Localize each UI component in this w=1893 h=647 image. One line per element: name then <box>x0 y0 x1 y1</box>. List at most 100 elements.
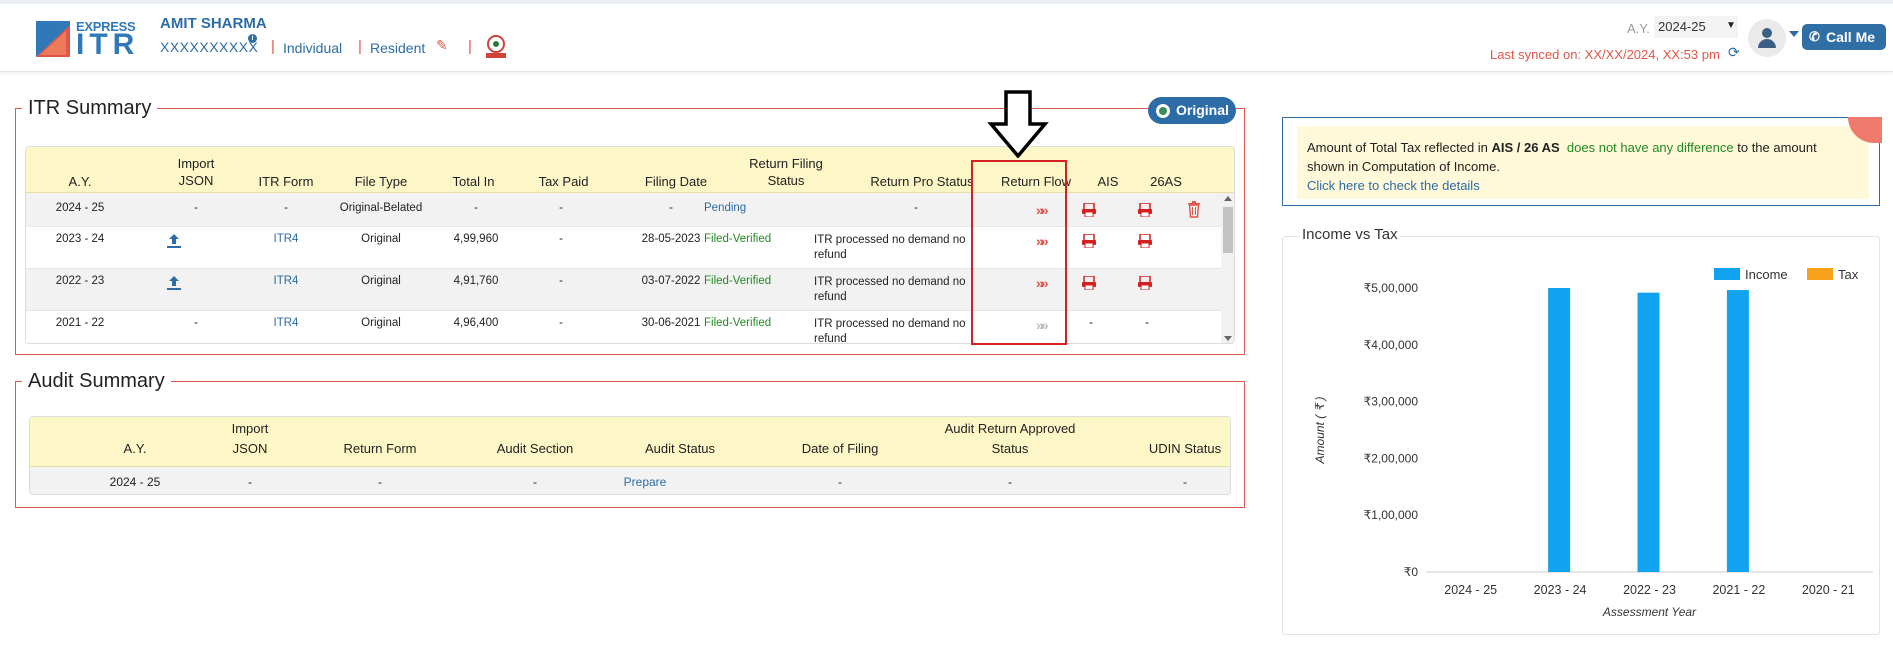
scroll-up-icon[interactable] <box>1224 196 1232 201</box>
ais-pdf-icon[interactable] <box>1082 203 1096 217</box>
down-arrow-annotation-icon <box>987 90 1049 158</box>
separator: | <box>358 38 362 55</box>
cell-approved: - <box>1008 475 1012 489</box>
ais-pdf-icon[interactable] <box>1082 276 1096 290</box>
26as-pdf-icon[interactable] <box>1138 234 1152 248</box>
cell-filing-status: Filed-Verified <box>704 317 772 329</box>
itr-form-link[interactable]: ITR4 <box>261 317 311 329</box>
cell-file-type: Original <box>361 233 401 245</box>
ais-notice-text: Amount of Total Tax reflected in AIS / 2… <box>1307 140 1817 174</box>
col-ay: A.Y. <box>68 174 92 189</box>
cell-section: - <box>533 475 537 489</box>
check-details-link[interactable]: Click here to check the details <box>1307 178 1480 193</box>
col-tax-paid: Tax Paid <box>538 174 589 189</box>
col-ais: AIS <box>1097 174 1119 189</box>
table-scrollbar[interactable] <box>1221 193 1234 343</box>
edit-pencil-icon[interactable]: ✎ <box>436 37 448 54</box>
legend-label-income: Income <box>1745 267 1788 282</box>
ais-pdf-icon[interactable] <box>1082 234 1096 248</box>
col-26as: 26AS <box>1150 174 1182 189</box>
logo-mark-icon <box>36 21 70 57</box>
cell-total-in: 4,96,400 <box>453 317 499 329</box>
cell-ais: - <box>1089 317 1093 329</box>
bar-income <box>1726 290 1749 572</box>
cell-filing-date: - <box>669 202 673 214</box>
separator: | <box>468 38 472 55</box>
col-total-in: Total In <box>452 174 495 189</box>
audit-summary-title: Audit Summary <box>28 370 165 392</box>
ais-notice-box: Amount of Total Tax reflected in AIS / 2… <box>1282 117 1880 206</box>
cell-ay: 2024 - 25 <box>109 475 161 489</box>
audit-summary-table: A.Y. Import JSON Return Form Audit Sectio… <box>29 416 1231 495</box>
scroll-down-icon[interactable] <box>1224 336 1232 341</box>
income-tax-emblem-icon[interactable] <box>482 34 510 60</box>
call-me-button[interactable]: ✆ Call Me <box>1802 24 1886 50</box>
taxpayer-type[interactable]: Individual <box>283 40 342 56</box>
cell-date: - <box>838 475 842 489</box>
express-itr-logo[interactable]: EXPRESS ITR <box>36 17 146 60</box>
26as-pdf-icon[interactable] <box>1138 203 1152 217</box>
cell-form: - <box>378 475 382 489</box>
y-tick-label: ₹5,00,000 <box>1364 281 1419 295</box>
badge-dot-icon <box>1156 104 1170 118</box>
cell-filing-date: 30-06-2021 <box>641 317 701 329</box>
itr-form-link[interactable]: ITR4 <box>261 233 311 245</box>
refresh-icon[interactable]: ⟳ <box>1728 44 1740 61</box>
status-pending-link[interactable]: Pending <box>704 202 746 214</box>
col-import-json: Import JSON <box>231 421 269 456</box>
cell-tax-paid: - <box>559 275 563 287</box>
cell-pro-status: ITR processed no demand no refund <box>814 234 966 261</box>
cell-tax-paid: - <box>559 202 563 214</box>
col-return-filing-status: Return Filing Status <box>749 156 823 188</box>
y-tick-label: ₹0 <box>1404 565 1419 579</box>
col-return-form: Return Form <box>343 441 417 456</box>
user-avatar[interactable] <box>1748 19 1786 57</box>
col-ay: A.Y. <box>123 441 147 456</box>
chart-title: Income vs Tax <box>1300 226 1400 243</box>
delete-trash-icon[interactable] <box>1187 201 1201 218</box>
x-tick-label: 2020 - 21 <box>1802 583 1855 597</box>
audit-row[interactable]: 2024 - 25 - - - Prepare - - - <box>30 467 1230 494</box>
badge-label: Original <box>1176 102 1229 118</box>
cell-file-type: Original <box>361 275 401 287</box>
y-tick-label: ₹4,00,000 <box>1364 338 1419 352</box>
cell-form: - <box>284 202 288 214</box>
scroll-thumb[interactable] <box>1223 207 1233 253</box>
bar-income <box>1637 292 1660 572</box>
import-upload-icon[interactable] <box>165 232 183 250</box>
bar-income <box>1548 288 1571 572</box>
cell-filing-date: 03-07-2022 <box>641 275 701 287</box>
26as-pdf-icon[interactable] <box>1138 276 1152 290</box>
col-approved-status: Audit Return Approved Status <box>944 421 1076 456</box>
avatar-body <box>1758 39 1776 48</box>
user-name: AMIT SHARMA <box>160 15 267 32</box>
user-pan: XXXXXXXXXX <box>160 39 259 55</box>
avatar-caret-icon[interactable] <box>1789 31 1799 37</box>
col-file-type: File Type <box>354 174 408 189</box>
original-badge[interactable]: Original <box>1148 97 1236 124</box>
cell-total-in: - <box>474 202 478 214</box>
x-tick-label: 2023 - 24 <box>1534 583 1587 597</box>
cell-26as: - <box>1145 317 1149 329</box>
audit-prepare-link[interactable]: Prepare <box>610 475 680 489</box>
cell-total-in: 4,99,960 <box>453 233 499 245</box>
cell-ay: 2021 - 22 <box>55 317 105 329</box>
cell-import: - <box>194 202 198 214</box>
pan-info-icon[interactable]: i <box>248 34 257 43</box>
cell-tax-paid: - <box>559 233 563 245</box>
residency-status[interactable]: Resident <box>370 40 425 56</box>
col-audit-section: Audit Section <box>496 441 574 456</box>
call-me-label: Call Me <box>1826 29 1876 45</box>
dropdown-arrow-icon[interactable]: ▼ <box>1726 20 1736 31</box>
col-udin-status: UDIN Status <box>1148 441 1222 456</box>
cell-filing-status: Filed-Verified <box>704 233 772 245</box>
import-upload-icon[interactable] <box>165 274 183 292</box>
itr-form-link[interactable]: ITR4 <box>261 275 311 287</box>
avatar-head <box>1762 28 1772 38</box>
y-tick-label: ₹2,00,000 <box>1364 451 1419 465</box>
legend-swatch-income <box>1714 268 1740 280</box>
cell-import: - <box>194 317 198 329</box>
cell-file-type: Original-Belated <box>339 202 423 214</box>
income-vs-tax-chart: ₹0 ₹1,00,000 ₹2,00,000 ₹3,00,000 ₹4,00,000 ₹5… <box>1313 267 1873 619</box>
separator: | <box>271 38 275 55</box>
